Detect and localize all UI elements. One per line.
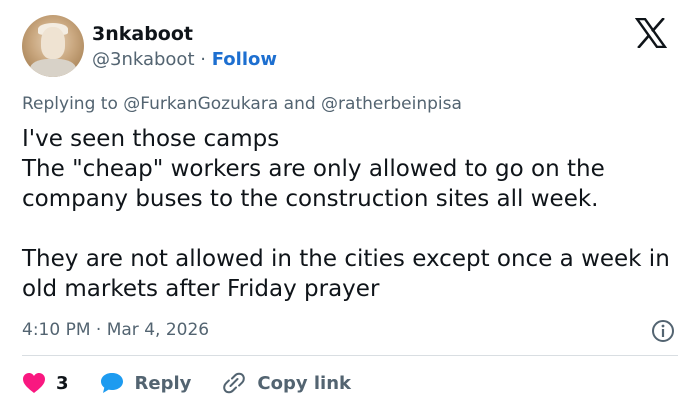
reply-context: Replying to @FurkanGozukara and @ratherb… [22, 92, 462, 116]
info-icon[interactable] [651, 319, 675, 343]
tweet-line: The "cheap" workers are only allowed to … [22, 156, 605, 212]
author-name[interactable]: 3nkaboot [92, 22, 193, 46]
follow-button[interactable]: Follow [212, 49, 277, 70]
tweet-time: 4:10 PM [22, 320, 91, 340]
tweet-timestamp[interactable]: 4:10 PM · Mar 4, 2026 [22, 318, 209, 342]
copy-link-label: Copy link [257, 372, 351, 394]
tweet-line: I've seen those camps [22, 126, 280, 152]
handle-separator: · [200, 49, 206, 70]
tweet-date: Mar 4, 2026 [106, 320, 210, 340]
reply-prefix: Replying to [22, 94, 118, 114]
reply-conjunction: and [283, 94, 316, 114]
link-icon [223, 372, 246, 394]
copy-link-button[interactable]: Copy link [221, 371, 351, 395]
divider [22, 355, 678, 356]
like-count: 3 [56, 372, 69, 394]
reply-label: Reply [134, 372, 192, 394]
author-handle[interactable]: @3nkaboot [92, 49, 195, 70]
avatar-face [41, 27, 65, 59]
avatar-body [30, 59, 76, 77]
mention-link-2[interactable]: @ratherbeinpisa [321, 94, 462, 114]
avatar[interactable] [22, 15, 84, 77]
heart-icon [23, 373, 45, 393]
tweet-line: They are not allowed in the cities excep… [22, 246, 670, 302]
speech-bubble-icon [100, 373, 123, 393]
tweet-text: I've seen those camps The "cheap" worker… [22, 124, 692, 304]
timestamp-separator: · [95, 320, 102, 340]
author-handle-line: @3nkaboot · Follow [92, 48, 277, 72]
like-button[interactable]: 3 [22, 372, 69, 394]
x-logo-icon[interactable] [635, 18, 667, 48]
action-bar: 3 Reply Copy link [22, 369, 381, 397]
mention-link-1[interactable]: @FurkanGozukara [123, 94, 278, 114]
reply-button[interactable]: Reply [99, 371, 192, 395]
